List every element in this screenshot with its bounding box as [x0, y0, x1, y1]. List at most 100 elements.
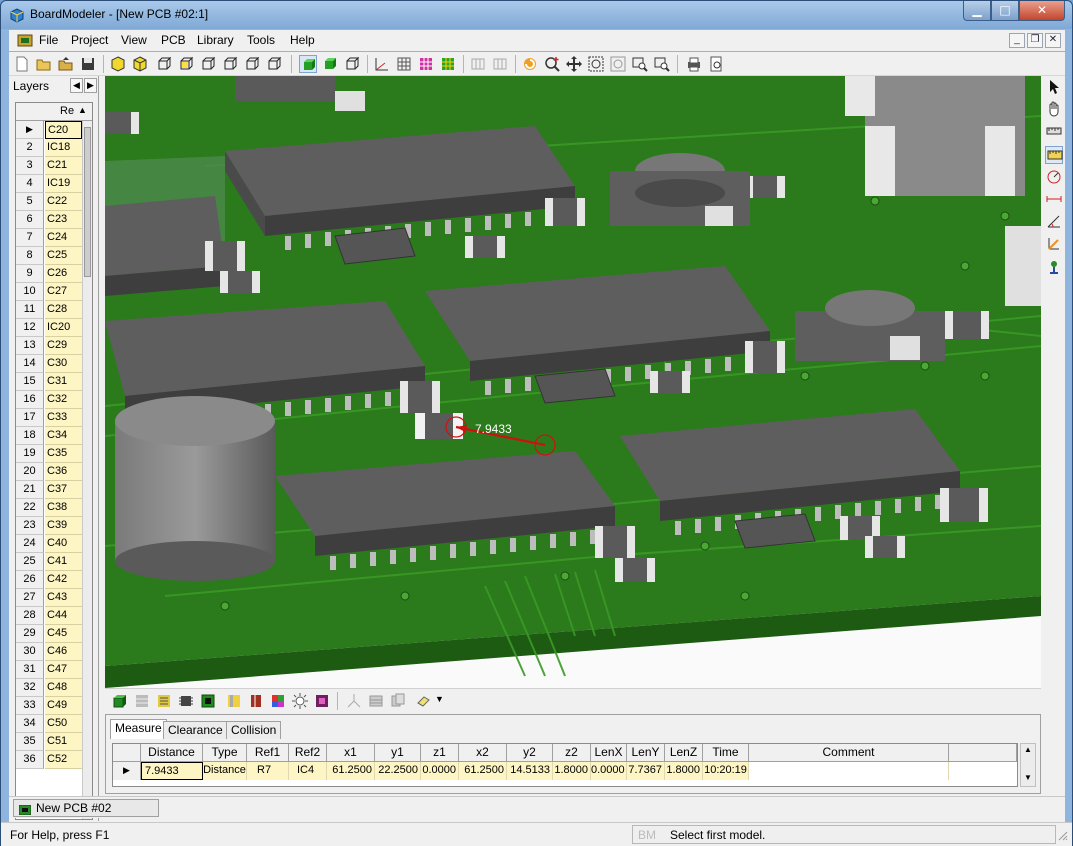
cell-comment[interactable] — [749, 762, 949, 780]
col-z2[interactable]: z2 — [553, 744, 591, 762]
layer-row-ref[interactable]: C23 — [45, 211, 82, 229]
layer-row[interactable]: 4 IC19 — [16, 175, 82, 193]
cell-z2[interactable]: 1.8000 — [553, 762, 591, 780]
layer-row[interactable]: 14 C30 — [16, 355, 82, 373]
layer-row[interactable]: 32 C48 — [16, 679, 82, 697]
dropdown-arrow-icon[interactable]: ▼ — [435, 694, 444, 704]
layer-row[interactable]: 10 C27 — [16, 283, 82, 301]
cell-x2[interactable]: 61.2500 — [459, 762, 507, 780]
cell-lenz[interactable]: 1.8000 — [665, 762, 703, 780]
col-time[interactable]: Time — [703, 744, 749, 762]
layer-row[interactable]: 22 C38 — [16, 499, 82, 517]
clear-measure-icon[interactable] — [1045, 258, 1063, 276]
light-icon[interactable] — [291, 692, 309, 710]
measure-copy-icon[interactable] — [389, 692, 407, 710]
layer-row[interactable]: 27 C43 — [16, 589, 82, 607]
layer-row-ref[interactable]: C45 — [45, 625, 82, 643]
menu-file[interactable]: File — [39, 33, 58, 47]
layer-row-ref[interactable]: C37 — [45, 481, 82, 499]
hand-pan-icon[interactable] — [1045, 100, 1063, 118]
layer-row-ref[interactable]: C43 — [45, 589, 82, 607]
color-layer-icon[interactable] — [269, 692, 287, 710]
package-layer-icon[interactable] — [247, 692, 265, 710]
pads-layer-icon[interactable] — [133, 692, 151, 710]
menu-tools[interactable]: Tools — [247, 33, 275, 47]
measure-table-icon[interactable] — [367, 692, 385, 710]
bom-layer-icon[interactable] — [225, 692, 243, 710]
component-layer-icon[interactable] — [199, 692, 217, 710]
col-z1[interactable]: z1 — [421, 744, 459, 762]
layer-row-ref[interactable]: C30 — [45, 355, 82, 373]
zoom-window-icon[interactable] — [609, 55, 627, 73]
wireframe-view-icon[interactable] — [343, 55, 361, 73]
layer-row-ref[interactable]: C42 — [45, 571, 82, 589]
solid-view-icon[interactable] — [299, 55, 317, 73]
layers-scroll-thumb[interactable] — [84, 127, 91, 277]
layer-row[interactable]: 23 C39 — [16, 517, 82, 535]
tab-scroll-left-icon[interactable]: ◀ — [70, 78, 83, 93]
layer-row-ref[interactable]: IC18 — [45, 139, 82, 157]
layer-row[interactable]: 7 C24 — [16, 229, 82, 247]
layer-row-ref[interactable]: C38 — [45, 499, 82, 517]
pan-icon[interactable] — [565, 55, 583, 73]
material-icon[interactable] — [313, 692, 331, 710]
layer-row[interactable]: 8 C25 — [16, 247, 82, 265]
layer-row[interactable]: 31 C47 — [16, 661, 82, 679]
layer-row[interactable]: 29 C45 — [16, 625, 82, 643]
col-comment[interactable]: Comment — [749, 744, 949, 762]
layer-row[interactable]: 17 C33 — [16, 409, 82, 427]
cell-lenx[interactable]: 0.0000 — [591, 762, 627, 780]
layer-row[interactable]: 30 C46 — [16, 643, 82, 661]
layer-row-ref[interactable]: C50 — [45, 715, 82, 733]
view-left-icon[interactable] — [199, 55, 217, 73]
mdi-minimize-button[interactable]: _ — [1009, 33, 1025, 48]
col-distance[interactable]: Distance — [141, 744, 203, 762]
view-back-icon[interactable] — [177, 55, 195, 73]
col-ref2[interactable]: Ref2 — [289, 744, 327, 762]
measure-horizontal-icon[interactable] — [1045, 190, 1063, 208]
measure-vertical-icon[interactable] — [1045, 234, 1063, 252]
view-iso-2-icon[interactable] — [131, 55, 149, 73]
layer-row[interactable]: 20 C36 — [16, 463, 82, 481]
view-right-icon[interactable] — [221, 55, 239, 73]
measure-distance-icon[interactable] — [1045, 146, 1063, 164]
layer-row[interactable]: 21 C37 — [16, 481, 82, 499]
document-tab[interactable]: New PCB #02 — [13, 799, 159, 817]
menu-project[interactable]: Project — [71, 33, 108, 47]
menu-pcb[interactable]: PCB — [161, 33, 186, 47]
cell-time[interactable]: 10:20:19 — [703, 762, 749, 780]
layer-row-ref[interactable]: C25 — [45, 247, 82, 265]
align-right-icon[interactable] — [491, 55, 509, 73]
maximize-button[interactable]: □ — [991, 1, 1019, 21]
scroll-up-icon[interactable]: ▲ — [1024, 745, 1032, 754]
tab-measure[interactable]: Measure — [110, 719, 167, 739]
axis-tripod-icon[interactable] — [345, 692, 363, 710]
measure-angle-icon[interactable] — [1045, 212, 1063, 230]
menu-help[interactable]: Help — [290, 33, 315, 47]
view-bottom-icon[interactable] — [265, 55, 283, 73]
layer-row-ref[interactable]: C46 — [45, 643, 82, 661]
cell-leny[interactable]: 7.7367 — [627, 762, 665, 780]
layer-row[interactable]: 18 C34 — [16, 427, 82, 445]
layer-row-ref[interactable]: C41 — [45, 553, 82, 571]
layer-row[interactable]: 5 C22 — [16, 193, 82, 211]
layer-row-ref[interactable]: C29 — [45, 337, 82, 355]
layer-row[interactable]: 19 C35 — [16, 445, 82, 463]
scroll-down-icon[interactable]: ▼ — [1024, 773, 1032, 782]
tab-scroll-right-icon[interactable]: ▶ — [84, 78, 97, 93]
rotate-view-icon[interactable] — [521, 55, 539, 73]
chip-layer-icon[interactable] — [177, 692, 195, 710]
layers-grid[interactable]: Re ▲ ▶ C20 2 IC18 3 C21 4 IC19 5 C22 6 C23 7 C24 8 C25 9… — [15, 102, 93, 820]
cell-type[interactable]: Distance — [203, 762, 247, 780]
ruler-icon[interactable] — [1045, 122, 1063, 140]
layer-row-ref[interactable]: IC20 — [45, 319, 82, 337]
col-lenx[interactable]: LenX — [591, 744, 627, 762]
layer-row-ref[interactable]: C39 — [45, 517, 82, 535]
minimize-button[interactable]: ▁ — [963, 1, 991, 21]
layer-row-ref[interactable]: C34 — [45, 427, 82, 445]
shaded-view-icon[interactable] — [321, 55, 339, 73]
layer-row[interactable]: 34 C50 — [16, 715, 82, 733]
grid-icon[interactable] — [395, 55, 413, 73]
cell-ref1[interactable]: R7 — [247, 762, 289, 780]
layer-row[interactable]: 28 C44 — [16, 607, 82, 625]
